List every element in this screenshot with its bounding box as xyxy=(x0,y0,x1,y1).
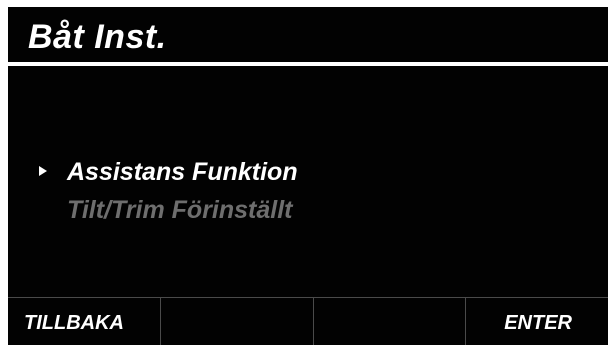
enter-softkey-label: ENTER xyxy=(504,312,572,334)
softkey-bar: TILLBAKA ENTER xyxy=(8,297,608,345)
menu-item-assistans-funktion[interactable]: Assistans Funktion xyxy=(8,153,608,191)
enter-softkey[interactable]: ENTER xyxy=(465,298,608,345)
softkey-3[interactable] xyxy=(313,298,464,345)
softkey-divider xyxy=(465,298,466,345)
menu-item-label: Tilt/Trim Förinställt xyxy=(67,196,293,224)
menu-item-tilt-trim-forinstallt[interactable]: Tilt/Trim Förinställt xyxy=(8,191,608,229)
screen: Båt Inst. Assistans Funktion Tilt/Trim F… xyxy=(0,0,610,345)
back-softkey-label: TILLBAKA xyxy=(24,312,124,334)
softkey-divider xyxy=(313,298,314,345)
display-panel: Båt Inst. Assistans Funktion Tilt/Trim F… xyxy=(8,7,608,345)
page-title: Båt Inst. xyxy=(28,18,167,56)
softkey-2[interactable] xyxy=(160,298,311,345)
back-softkey[interactable]: TILLBAKA xyxy=(8,298,159,345)
selection-arrow-icon xyxy=(39,166,47,176)
title-divider xyxy=(8,62,608,66)
menu-item-label: Assistans Funktion xyxy=(67,158,298,186)
softkey-divider xyxy=(160,298,161,345)
